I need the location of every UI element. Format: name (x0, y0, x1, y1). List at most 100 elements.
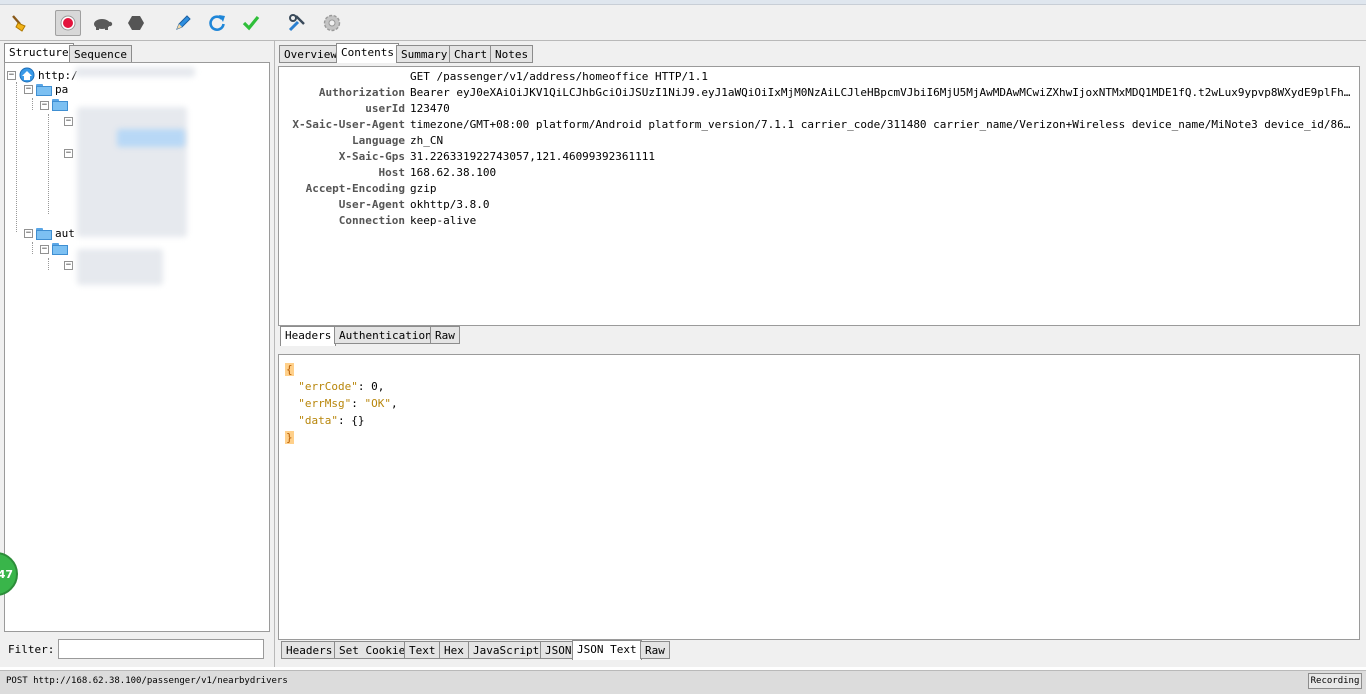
json-line: "errMsg": "OK", (285, 395, 398, 412)
tab-response-set-cookie[interactable]: Set Cookie (334, 641, 411, 659)
json-line: "data": {} (285, 412, 365, 429)
json-tail: , (390, 397, 398, 410)
collapse-toggle[interactable]: − (7, 70, 16, 80)
json-sep: : (338, 414, 352, 427)
json-line: } (285, 429, 294, 446)
tab-response-text[interactable]: Text (404, 641, 441, 659)
expand-toggle[interactable]: − (64, 261, 73, 270)
json-line: { (285, 361, 294, 378)
redacted-region (77, 249, 163, 285)
header-name: userId (365, 102, 405, 115)
json-value: 0 (371, 380, 378, 393)
header-row: Language zh_CN (279, 133, 1359, 149)
tab-overview[interactable]: Overview (279, 45, 342, 63)
header-value: 123470 (410, 102, 450, 115)
tab-notes[interactable]: Notes (490, 45, 534, 63)
tree-guide-line (32, 98, 33, 110)
tab-request-raw[interactable]: Raw (430, 326, 460, 344)
json-tail: , (377, 380, 385, 393)
header-value: timezone/GMT+08:00 platform/Android plat… (410, 118, 1353, 131)
structure-tree[interactable]: − http:/ − pa − − − − aut − − (4, 62, 270, 632)
tab-chart[interactable]: Chart (449, 45, 493, 63)
header-name: Language (352, 134, 405, 147)
header-value: okhttp/3.8.0 (410, 198, 490, 211)
recording-button[interactable]: Recording (1308, 673, 1362, 689)
tree-node-collapsed[interactable]: − (64, 261, 76, 270)
tab-response-hex[interactable]: Hex (439, 641, 469, 659)
folder-icon (36, 83, 52, 96)
tree-node-folder[interactable]: − (40, 243, 71, 255)
status-text: POST http://168.62.38.100/passenger/v1/n… (6, 676, 288, 686)
json-close-brace: } (285, 431, 294, 444)
header-row: userId 123470 (279, 101, 1359, 117)
tree-node-folder[interactable]: − aut (24, 227, 75, 240)
turtle-icon[interactable] (89, 10, 115, 36)
stop-icon[interactable] (123, 10, 149, 36)
header-row: X-Saic-User-Agent timezone/GMT+08:00 plat… (279, 117, 1359, 133)
header-row: GET /passenger/v1/address/homeoffice HTT… (279, 69, 1359, 85)
header-value: gzip (410, 182, 437, 195)
header-name: Connection (338, 214, 405, 227)
header-name: X-Saic-Gps (338, 150, 405, 163)
tree-guide-line (48, 114, 49, 214)
json-sep: : (351, 397, 365, 410)
tab-summary[interactable]: Summary (396, 45, 453, 63)
expand-toggle[interactable]: − (64, 117, 73, 126)
tree-guide-line (16, 82, 17, 232)
json-line: "errCode": 0, (285, 378, 384, 395)
response-json-text[interactable]: { "errCode": 0, "errMsg": "OK", "data": … (278, 354, 1360, 640)
tab-response-javascript[interactable]: JavaScript (468, 641, 545, 659)
collapse-toggle[interactable]: − (40, 100, 49, 110)
header-row: X-Saic-Gps 31.226331922743057,121.4609939… (279, 149, 1359, 165)
tree-node-folder[interactable]: − pa (24, 83, 68, 96)
tree-node-label: http:/ (38, 68, 78, 82)
tab-structure[interactable]: Structure (4, 43, 74, 63)
collapse-toggle[interactable]: − (24, 229, 33, 238)
tab-request-authentication[interactable]: Authentication (334, 326, 437, 344)
tools-icon[interactable] (284, 10, 310, 36)
broom-icon[interactable] (6, 10, 32, 36)
pen-icon[interactable] (170, 10, 196, 36)
json-value: {} (351, 414, 365, 427)
settings-gear-icon[interactable] (319, 10, 345, 36)
tree-node-host[interactable]: − http:/ (7, 67, 78, 83)
folder-icon (52, 243, 68, 255)
header-value: zh_CN (410, 134, 444, 147)
tab-response-raw[interactable]: Raw (640, 641, 670, 659)
validate-check-icon[interactable] (238, 10, 264, 36)
tab-contents[interactable]: Contents (336, 43, 399, 63)
filter-label: Filter: (8, 643, 55, 656)
folder-icon (36, 227, 52, 240)
refresh-icon[interactable] (204, 10, 230, 36)
record-icon[interactable] (55, 10, 81, 36)
json-key: "errMsg" (298, 397, 352, 410)
header-row: User-Agent okhttp/3.8.0 (279, 197, 1359, 213)
expand-toggle[interactable]: − (64, 149, 73, 158)
json-open-brace: { (285, 363, 294, 376)
tree-node-folder[interactable]: − (40, 99, 71, 111)
redacted-region (77, 107, 187, 237)
tree-guide-line (48, 258, 49, 270)
header-name: Accept-Encoding (305, 182, 405, 195)
tab-sequence[interactable]: Sequence (69, 45, 132, 63)
header-name: X-Saic-User-Agent (292, 118, 405, 131)
collapse-toggle[interactable]: − (24, 85, 33, 94)
header-name: User-Agent (338, 198, 405, 211)
tab-response-json-text[interactable]: JSON Text (572, 640, 642, 660)
tree-node-collapsed[interactable]: − (64, 149, 76, 158)
header-row: Connection keep-alive (279, 213, 1359, 229)
filter-input[interactable] (58, 639, 264, 659)
request-headers-table[interactable]: GET /passenger/v1/address/homeoffice HTT… (278, 66, 1360, 326)
tree-node-label: pa (55, 83, 69, 96)
json-key: "errCode" (298, 380, 358, 393)
header-row: Authorization Bearer eyJ0eXAiOiJKV1QiLCJh… (279, 85, 1359, 101)
toolbar (0, 5, 1366, 41)
collapse-toggle[interactable]: − (40, 244, 49, 254)
header-name: Authorization (318, 86, 405, 99)
tab-response-headers[interactable]: Headers (281, 641, 338, 659)
tab-request-headers[interactable]: Headers (280, 326, 337, 346)
header-value: GET /passenger/v1/address/homeoffice HTT… (410, 70, 709, 83)
tree-node-collapsed[interactable]: − (64, 117, 76, 126)
globe-icon (19, 67, 35, 83)
header-name: Host (378, 166, 406, 179)
